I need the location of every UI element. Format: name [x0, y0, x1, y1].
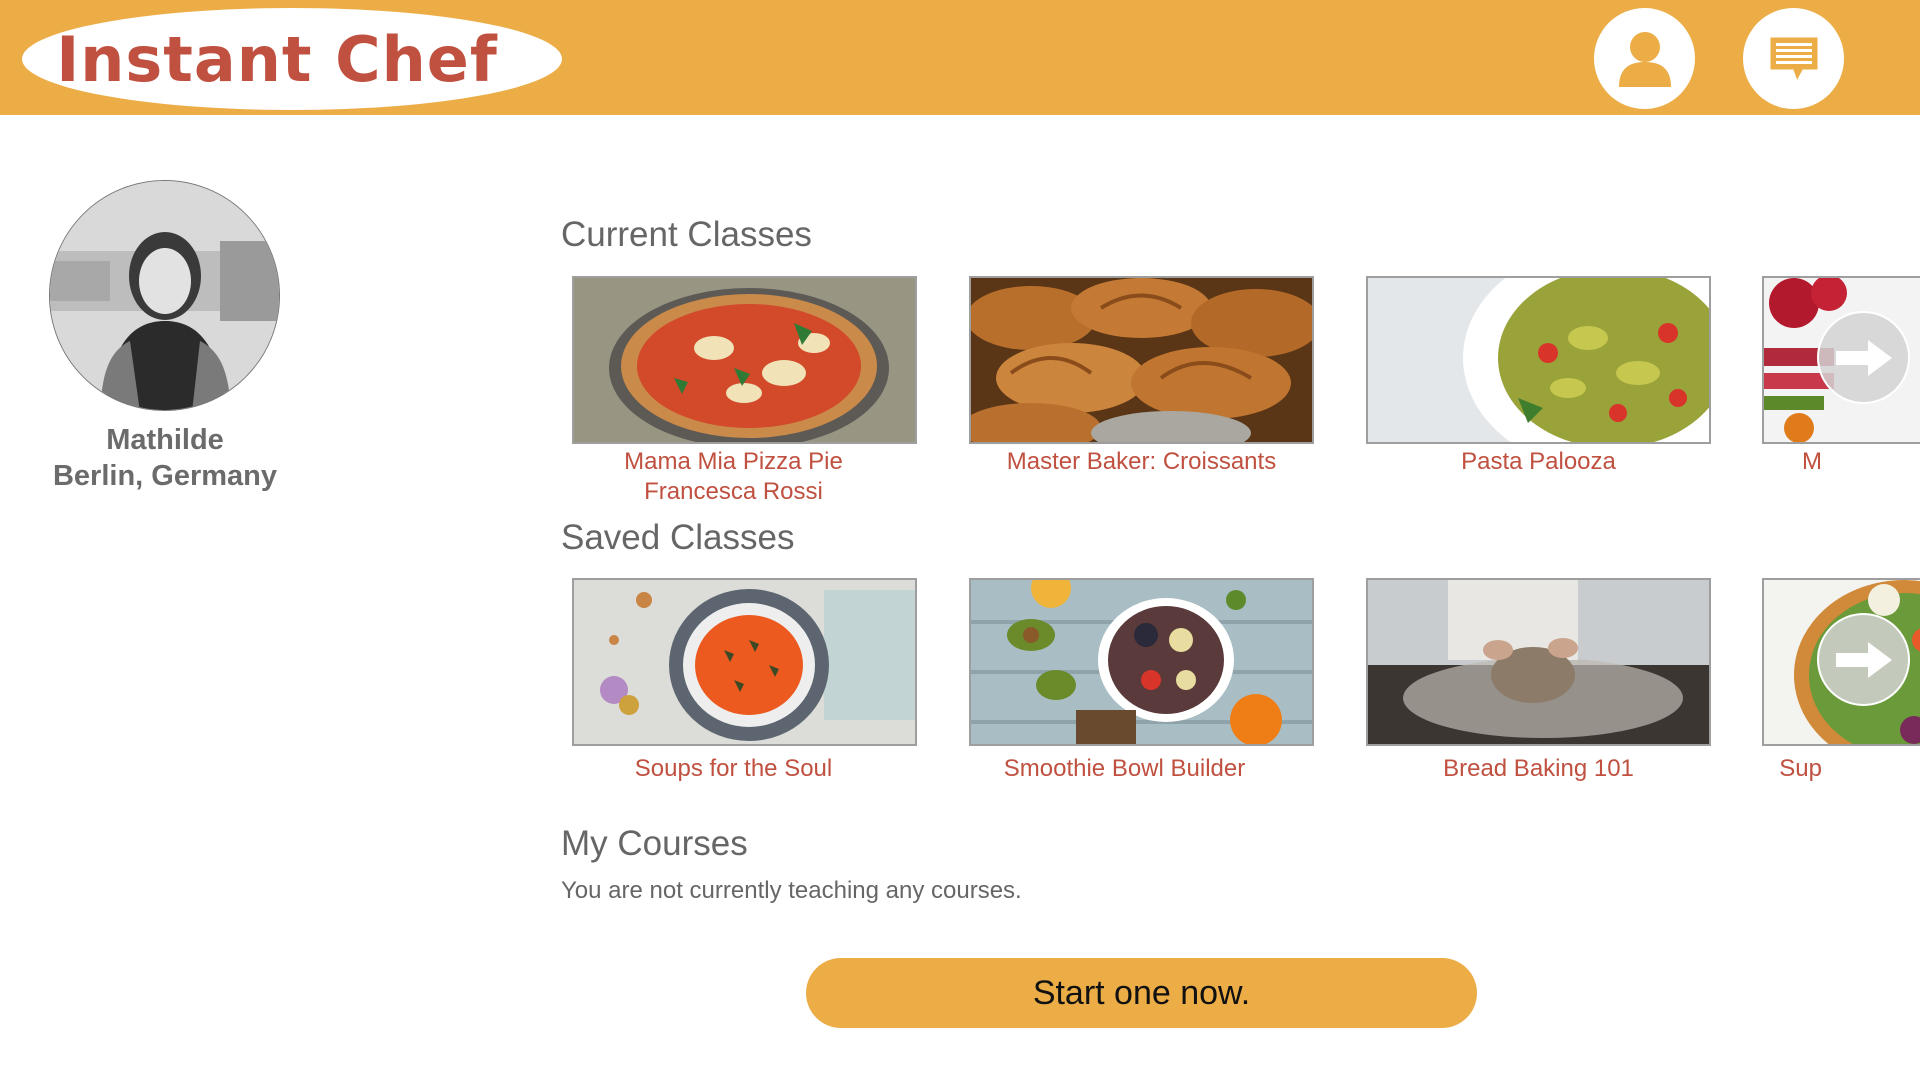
app-header: Instant Chef — [0, 0, 1920, 115]
bread-dough-image — [1368, 580, 1709, 744]
logo-text: Instant Chef — [56, 22, 498, 96]
class-title[interactable]: Soups for the Soul — [561, 754, 906, 784]
class-title[interactable]: Sup — [1762, 754, 1822, 784]
saved-classes-next-button[interactable] — [1817, 613, 1910, 706]
class-title[interactable]: Smoothie Bowl Builder — [952, 754, 1297, 784]
profile-avatar — [49, 180, 280, 411]
croissants-image — [971, 278, 1312, 442]
my-courses-empty-message: You are not currently teaching any cours… — [561, 877, 1022, 904]
class-title[interactable]: Pasta Palooza — [1366, 447, 1711, 477]
user-icon — [1618, 31, 1671, 87]
message-icon — [1769, 36, 1818, 82]
start-course-button[interactable]: Start one now. — [806, 958, 1477, 1028]
class-card-pasta[interactable] — [1366, 276, 1711, 444]
class-card-croissants[interactable] — [969, 276, 1314, 444]
pasta-image — [1368, 278, 1709, 442]
class-card-bread[interactable] — [1366, 578, 1711, 746]
saved-classes-heading: Saved Classes — [561, 518, 795, 557]
messages-button[interactable] — [1743, 8, 1844, 109]
arrow-right-icon — [1835, 339, 1892, 376]
tomato-soup-image — [574, 580, 915, 744]
class-card-pizza[interactable] — [572, 276, 917, 444]
my-courses-heading: My Courses — [561, 824, 748, 863]
class-card-soup[interactable] — [572, 578, 917, 746]
current-classes-next-button[interactable] — [1817, 311, 1910, 404]
smoothie-bowl-image — [971, 580, 1312, 744]
class-title[interactable]: M — [1762, 447, 1822, 477]
logo[interactable]: Instant Chef — [22, 8, 562, 110]
class-instructor[interactable]: Francesca Rossi — [561, 477, 906, 507]
pizza-image — [574, 278, 915, 442]
class-card-smoothie[interactable] — [969, 578, 1314, 746]
current-classes-heading: Current Classes — [561, 215, 812, 254]
profile-location: Berlin, Germany — [52, 460, 278, 492]
class-title[interactable]: Master Baker: Croissants — [969, 447, 1314, 477]
arrow-right-icon — [1835, 641, 1892, 678]
profile-button[interactable] — [1594, 8, 1695, 109]
class-title[interactable]: Mama Mia Pizza Pie — [561, 447, 906, 477]
profile-name: Mathilde — [106, 424, 224, 456]
class-title[interactable]: Bread Baking 101 — [1366, 754, 1711, 784]
